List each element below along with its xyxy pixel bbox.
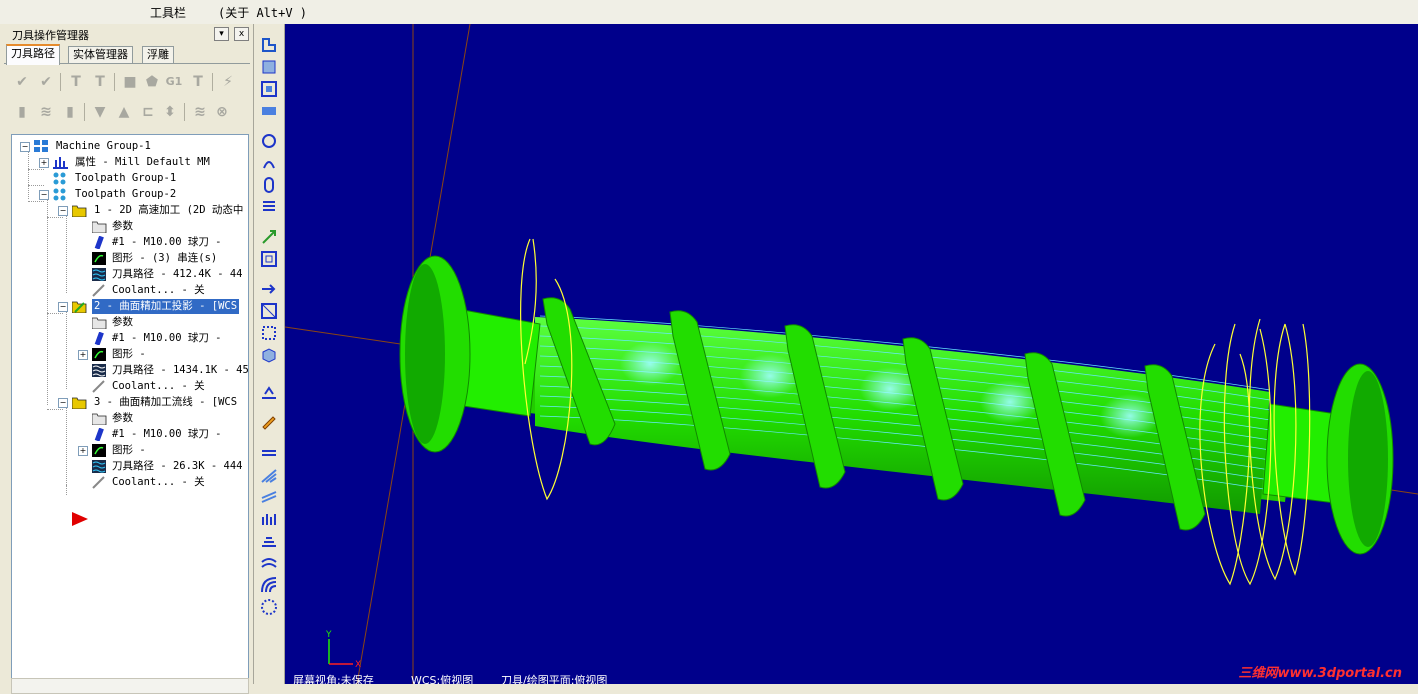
lock2-icon[interactable]: ▮	[60, 103, 80, 121]
loop-icon[interactable]: ⊗	[212, 103, 232, 121]
parallel-icon[interactable]	[260, 444, 278, 462]
part-render: Y X	[285, 24, 1418, 684]
panel-dropdown-button[interactable]: ▾	[214, 27, 229, 41]
toolpath-toolbar-row-1: ✔ ✔ T T ■ ⬟ G1 T ⚡	[8, 70, 246, 94]
drill-icon[interactable]	[260, 58, 278, 76]
about-hint: (关于 Alt+V )	[218, 6, 308, 20]
status-view: 屏幕视角:未保存	[293, 674, 374, 684]
flowline-icon[interactable]	[260, 510, 278, 528]
geometry-icon	[92, 444, 106, 457]
status-plane: 刀具/绘图平面:俯视图	[501, 674, 608, 684]
graphics-viewport[interactable]: Y X 屏幕视角:未保存 WCS:俯视图 刀具/绘图平面:俯视图 三维网www.…	[285, 24, 1418, 684]
toolpath-icon	[92, 364, 106, 377]
lock-icon[interactable]: ▮	[12, 103, 32, 121]
toolpath-group-icon	[53, 188, 66, 201]
axis-y-label: Y	[325, 630, 332, 640]
properties-icon	[53, 157, 68, 169]
right-flange-face	[1348, 371, 1388, 547]
folder-icon	[72, 205, 87, 217]
vertical-toolbar	[254, 24, 285, 684]
axis-x-label: X	[355, 660, 361, 670]
tool-icon	[94, 332, 104, 345]
surface-rough-icon[interactable]	[260, 132, 278, 150]
face-icon[interactable]	[260, 102, 278, 120]
panel-title-bar: 刀具操作管理器 ▾ x	[4, 26, 250, 42]
tool-icon	[94, 428, 104, 441]
shallow-icon[interactable]	[260, 554, 278, 572]
point-icon[interactable]	[260, 280, 278, 298]
panel-tabs: 刀具路径 实体管理器 浮雕	[4, 44, 250, 65]
toolbar-menu[interactable]: 工具栏	[150, 4, 186, 21]
contour-icon[interactable]	[260, 36, 278, 54]
finish-icon[interactable]	[260, 384, 278, 402]
toolpath-manager-panel: 刀具操作管理器 ▾ x 刀具路径 实体管理器 浮雕 ✔ ✔ T T ■ ⬟ G1…	[0, 24, 254, 694]
post-icon[interactable]: T	[188, 73, 208, 91]
scallop-icon[interactable]	[260, 598, 278, 616]
project-icon[interactable]	[260, 488, 278, 506]
insert-icon[interactable]: ⊏	[138, 103, 158, 121]
blend-icon[interactable]	[260, 576, 278, 594]
magic-icon[interactable]: ⚡	[218, 73, 238, 91]
toolpath-clear-icon[interactable]: T	[90, 73, 110, 91]
params-icon	[92, 317, 107, 329]
geometry-icon	[92, 348, 106, 361]
helix-icon[interactable]	[260, 154, 278, 172]
wave-icon[interactable]: ≋	[36, 103, 56, 121]
solid-icon[interactable]: ⬟	[142, 73, 162, 91]
stop-icon[interactable]: ■	[120, 73, 140, 91]
folder-icon	[72, 397, 87, 409]
contour-finish-icon[interactable]	[260, 532, 278, 550]
tool-icon	[94, 236, 104, 249]
machine-group-icon	[34, 140, 48, 152]
move-up-icon[interactable]: ▲	[114, 103, 134, 121]
toolpath-select-icon[interactable]: T	[66, 73, 86, 91]
nest-icon[interactable]	[260, 250, 278, 268]
panel-title: 刀具操作管理器	[12, 29, 89, 42]
insert-arrow-icon[interactable]	[72, 511, 90, 527]
move-down-icon[interactable]: ▼	[90, 103, 110, 121]
verify-clear-icon[interactable]: ✔	[36, 73, 56, 91]
axis-gnomon: Y X	[325, 630, 361, 670]
wave2-icon[interactable]: ≋	[190, 103, 210, 121]
panel-close-button[interactable]: x	[234, 27, 249, 41]
pocket-icon[interactable]	[260, 80, 278, 98]
transform-icon[interactable]	[260, 228, 278, 246]
operations-tree: − Machine Group-1 + 属性 - Mill Default MM…	[11, 134, 249, 680]
expand-icon[interactable]: ⬍	[160, 103, 180, 121]
coolant-icon	[92, 380, 105, 393]
status-wcs: WCS:俯视图	[411, 674, 474, 684]
watermark: 三维网www.3dportal.cn	[1238, 666, 1402, 681]
tab-relief[interactable]: 浮雕	[142, 46, 174, 63]
toolpath-icon	[92, 460, 106, 473]
params-icon	[92, 413, 107, 425]
coolant-icon	[92, 476, 105, 489]
g1-icon[interactable]: G1	[164, 73, 184, 91]
toolpath-toolbar-row-2: ▮ ≋ ▮ ▼ ▲ ⊏ ⬍ ≋ ⊗	[8, 100, 246, 124]
top-menu-bar: 工具栏 (关于 Alt+V )	[0, 0, 1418, 25]
toolpath-icon	[92, 268, 106, 281]
slot-icon[interactable]	[260, 176, 278, 194]
thread-icon[interactable]	[260, 198, 278, 216]
engrave-icon[interactable]	[260, 302, 278, 320]
params-icon	[92, 221, 107, 233]
geometry-icon	[92, 252, 106, 265]
radial-icon[interactable]	[260, 466, 278, 484]
left-flange-face	[405, 264, 445, 444]
circle-mill-icon[interactable]	[260, 324, 278, 342]
coolant-icon	[92, 284, 105, 297]
tab-toolpaths[interactable]: 刀具路径	[6, 44, 60, 65]
folder-icon	[72, 301, 87, 313]
pencil-icon[interactable]	[260, 412, 278, 430]
toolpath-group-icon	[53, 172, 66, 185]
tab-solids[interactable]: 实体管理器	[68, 46, 133, 63]
verify-all-icon[interactable]: ✔	[12, 73, 32, 91]
tree-horizontal-scrollbar[interactable]	[11, 678, 249, 694]
solid-mill-icon[interactable]	[260, 346, 278, 364]
